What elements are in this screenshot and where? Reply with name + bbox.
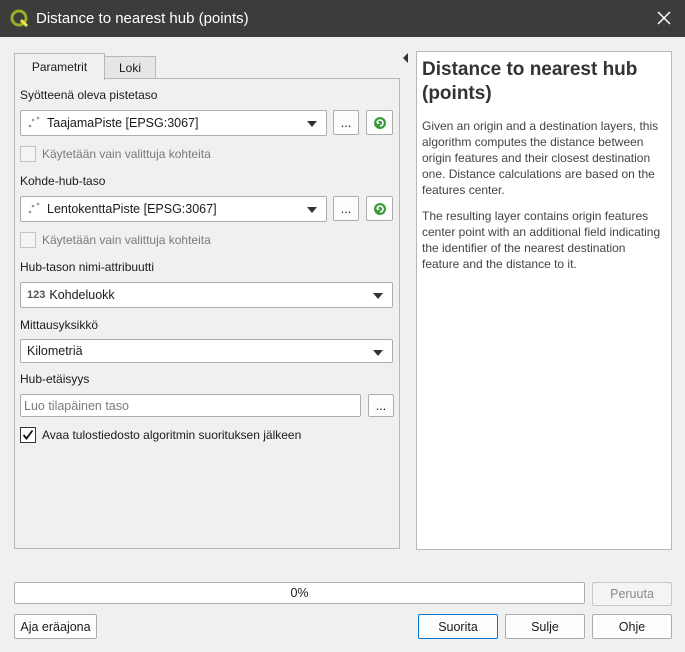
input-layer-combo[interactable]: TaajamaPiste [EPSG:3067] [20,110,327,136]
chevron-down-icon [307,207,317,213]
checkbox-label: Käytetään vain valittuja kohteita [42,233,211,247]
hub-distance-browse-button[interactable]: ... [368,394,394,417]
hub-layer-iterate-button[interactable] [366,196,393,221]
tab-label: Parametrit [31,60,88,74]
iterate-icon [373,202,386,215]
tab-parametrit[interactable]: Parametrit [14,53,105,80]
checkbox-box [20,146,36,162]
unit-combo[interactable]: Kilometriä [20,339,393,363]
batch-process-button[interactable]: Aja eräajona [14,614,97,639]
unit-label: Mittausyksikkö [20,318,99,332]
hub-name-attribute-combo[interactable]: 123 Kohdeluokk [20,282,393,308]
help-paragraph: The resulting layer contains origin feat… [422,209,661,271]
hub-layer-combo[interactable]: LentokenttaPiste [EPSG:3067] [20,196,327,222]
help-button[interactable]: Ohje [592,614,672,639]
collapse-help-icon[interactable] [403,53,408,63]
input-layer-browse-button[interactable]: ... [333,110,359,135]
tab-loki[interactable]: Loki [104,56,156,79]
checkbox-label: Avaa tulostiedosto algoritmin suoritukse… [42,428,302,442]
numeric-field-icon: 123 [27,289,46,301]
checkbox-box [20,427,36,443]
input-layer-value: TaajamaPiste [EPSG:3067] [47,116,199,130]
input-layer-iterate-button[interactable] [366,110,393,135]
hub-distance-output-field[interactable]: Luo tilapäinen taso [20,394,361,417]
check-icon [22,429,34,440]
open-output-checkbox[interactable]: Avaa tulostiedosto algoritmin suoritukse… [20,427,301,443]
hub-layer-browse-button[interactable]: ... [333,196,359,221]
help-panel: Distance to nearest hub (points) Given a… [416,51,672,550]
cancel-button[interactable]: Peruuta [592,582,672,606]
point-layer-icon [28,116,40,128]
window-title: Distance to nearest hub (points) [36,10,249,27]
input-selected-only-checkbox[interactable]: Käytetään vain valittuja kohteita [20,146,211,162]
hub-layer-value: LentokenttaPiste [EPSG:3067] [47,202,217,216]
progress-bar: 0% [14,582,585,604]
hub-name-attribute-value: Kohdeluokk [49,288,115,302]
hub-layer-label: Kohde-hub-taso [20,174,106,188]
chevron-down-icon [373,293,383,299]
point-layer-icon [28,202,40,214]
input-layer-label: Syötteenä oleva pistetaso [20,88,158,102]
checkbox-label: Käytetään vain valittuja kohteita [42,147,211,161]
tab-label: Loki [118,60,141,75]
qgis-logo-icon [10,9,29,27]
hub-selected-only-checkbox[interactable]: Käytetään vain valittuja kohteita [20,232,211,248]
close-button[interactable]: Sulje [505,614,585,639]
checkbox-box [20,232,36,248]
hub-distance-label: Hub-etäisyys [20,372,90,386]
help-paragraph: Given an origin and a destination layers… [422,119,659,197]
progress-text: 0% [290,586,309,600]
unit-value: Kilometriä [27,344,83,358]
chevron-down-icon [373,350,383,356]
close-icon[interactable] [655,9,673,27]
chevron-down-icon [307,121,317,127]
hub-name-attribute-label: Hub-tason nimi-attribuutti [20,260,155,274]
title-bar: Distance to nearest hub (points) [0,0,685,37]
help-title: Distance to nearest hub (points) [422,59,638,104]
run-button[interactable]: Suorita [418,614,498,639]
iterate-icon [373,116,386,129]
